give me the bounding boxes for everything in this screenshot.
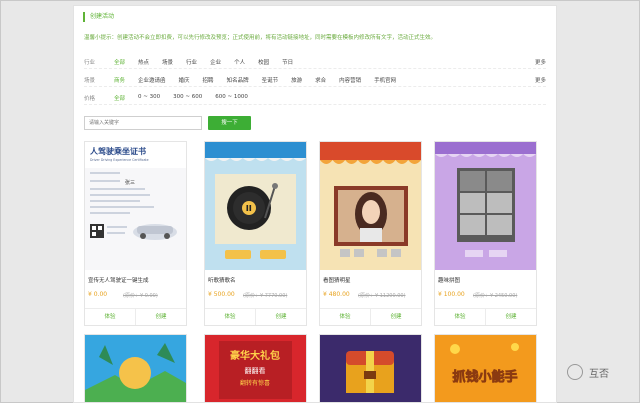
preview-button[interactable]: 体验 [205,309,255,325]
filter-option[interactable]: 热点 [138,58,149,66]
preview-button[interactable]: 体验 [435,309,485,325]
card-original-price: (原价：¥ 2450.00) [473,293,518,299]
filter-option[interactable]: 内容营销 [339,76,361,84]
card-name: 听歌猜歌名 [208,278,236,284]
card-thumbnail [320,335,421,402]
template-card[interactable]: 抓钱小能手 [434,334,537,402]
search-button[interactable]: 搜一下 [208,116,251,130]
card-original-price: (原价：¥ 0.00) [123,293,158,299]
search-input[interactable] [84,116,202,130]
coins-text: 抓钱小能手 [452,369,517,385]
card-actions: 体验 创建 [320,308,421,325]
filter-option[interactable]: 求合 [315,76,326,84]
card-price: ¥ 100.00 [438,291,465,298]
hint-text: 温馨小提示：创建活动不会立即扣费，可以先行修改及预览；正式使用前，将有活动链接地… [84,35,437,41]
filter-option-all[interactable]: 全部 [114,94,125,102]
watermark-text: 互否 [589,368,609,380]
gift-text-1: 豪华大礼包 [230,349,280,362]
card-thumbnail [85,335,186,402]
create-button[interactable]: 创建 [135,309,186,325]
preview-button[interactable]: 体验 [320,309,370,325]
filter-label: 场景 [84,78,96,84]
template-card[interactable]: 趣味拼图 ¥ 100.00 (原价：¥ 2450.00) 体验 创建 [434,141,537,326]
card-name: 宣传无人驾驶证一键生成 [88,278,149,284]
activity-panel: 创建活动 温馨小提示：创建活动不会立即扣费，可以先行修改及预览；正式使用前，将有… [73,5,557,403]
template-card[interactable]: 看图猜明星 ¥ 480.00 (原价：¥ 11200.00) 体验 创建 [319,141,422,326]
filter-option[interactable]: 个人 [234,58,245,66]
card-thumbnail: 豪华大礼包 翻翻看 翻转有惊喜 [205,335,306,402]
license-title: 人驾驶乘坐证书 [90,146,146,156]
filter-option-all[interactable]: 商务 [114,76,125,84]
create-button[interactable]: 创建 [255,309,306,325]
card-actions: 体验 创建 [435,308,536,325]
filter-option[interactable]: 节日 [282,58,293,66]
create-button[interactable]: 创建 [485,309,536,325]
filter-row-price: 价格 全部 0 ~ 300 300 ~ 600 600 ~ 1000 [84,92,546,105]
filter-option[interactable]: 婚庆 [179,76,190,84]
card-price: ¥ 500.00 [208,291,235,298]
filter-row-industry: 行业 全部 热点 场景 行业 企业 个人 校园 节日 更多 [84,56,546,69]
filter-option[interactable]: 手机官网 [374,76,396,84]
card-actions: 体验 创建 [85,308,186,325]
filter-row-scene: 场景 商务 企业邀请函 婚庆 招聘 知名品牌 圣诞节 旅游 求合 内容营销 手机… [84,74,546,87]
license-name: 张三 [125,179,135,186]
wechat-icon [567,364,583,380]
template-card[interactable]: 听歌猜歌名 ¥ 500.00 (原价：¥ 7770.00) 体验 创建 [204,141,307,326]
create-button[interactable]: 创建 [370,309,421,325]
filter-label: 价格 [84,96,96,102]
filter-option[interactable]: 0 ~ 300 [138,94,160,102]
filter-label: 行业 [84,60,96,66]
filter-option[interactable]: 300 ~ 600 [173,94,202,102]
panel-title: 创建活动 [83,12,114,22]
card-thumbnail [435,142,536,270]
filter-option[interactable]: 招聘 [203,76,214,84]
filter-option[interactable]: 旅游 [291,76,302,84]
card-thumbnail: 抓钱小能手 [435,335,536,402]
filter-option[interactable]: 校园 [258,58,269,66]
preview-button[interactable]: 体验 [85,309,135,325]
card-thumbnail [205,142,306,270]
license-subtitle: Driver Driving Experience Certificate [90,158,149,162]
filter-option[interactable]: 600 ~ 1000 [215,94,248,102]
card-price: ¥ 480.00 [323,291,350,298]
filter-option[interactable]: 知名品牌 [227,76,249,84]
template-card[interactable]: 人驾驶乘坐证书 Driver Driving Experience Certif… [84,141,187,326]
card-name: 看图猜明星 [323,278,351,284]
card-original-price: (原价：¥ 11200.00) [358,293,406,299]
filter-option[interactable]: 企业邀请函 [138,76,166,84]
card-original-price: (原价：¥ 7770.00) [243,293,288,299]
filter-option[interactable]: 行业 [186,58,197,66]
card-thumbnail: 人驾驶乘坐证书 Driver Driving Experience Certif… [85,142,186,270]
filter-option[interactable]: 企业 [210,58,221,66]
filter-option-all[interactable]: 全部 [114,58,125,66]
filter-options: 全部 0 ~ 300 300 ~ 600 600 ~ 1000 [114,94,546,102]
card-thumbnail [320,142,421,270]
card-actions: 体验 创建 [205,308,306,325]
template-card[interactable] [84,334,187,402]
gift-text-3: 翻转有惊喜 [240,379,270,387]
template-card[interactable] [319,334,422,402]
gift-text-2: 翻翻看 [245,366,266,375]
card-name: 趣味拼图 [438,278,461,284]
filter-options: 商务 企业邀请函 婚庆 招聘 知名品牌 圣诞节 旅游 求合 内容营销 手机官网 [114,76,535,84]
more-link[interactable]: 更多 [535,76,546,84]
filter-option[interactable]: 场景 [162,58,173,66]
filter-options: 全部 热点 场景 行业 企业 个人 校园 节日 [114,58,535,66]
card-price: ¥ 0.00 [88,291,108,298]
watermark: 互否 [567,364,609,380]
filter-option[interactable]: 圣诞节 [262,76,279,84]
template-card[interactable]: 豪华大礼包 翻翻看 翻转有惊喜 [204,334,307,402]
more-link[interactable]: 更多 [535,58,546,66]
